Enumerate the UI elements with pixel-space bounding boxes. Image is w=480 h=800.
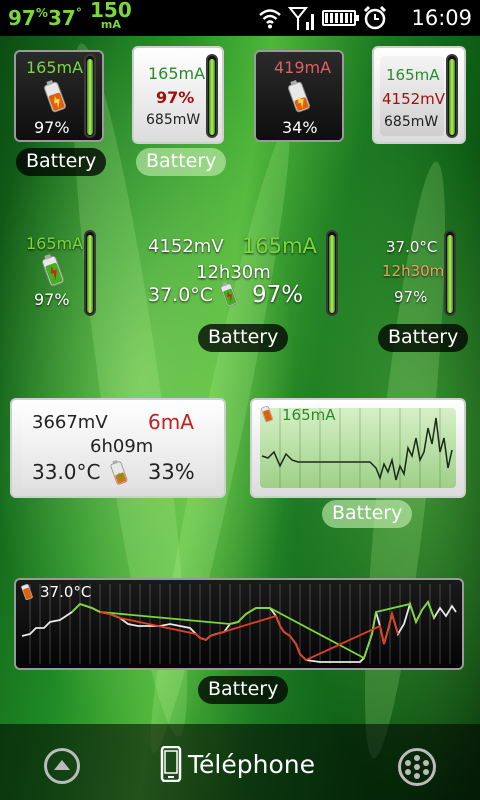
current-readout: 6mA — [148, 410, 194, 434]
percent-readout: 34% — [282, 118, 318, 137]
power-readout: 685mW — [146, 112, 201, 128]
battery-icon — [220, 281, 238, 307]
remaining-time: 12h30m — [382, 262, 445, 280]
status-icons — [258, 5, 388, 30]
dock-bar: Téléphone — [0, 724, 480, 800]
current-readout: 165mA — [26, 58, 84, 77]
status-time: 16:09 — [411, 6, 472, 30]
battery-icon — [21, 583, 33, 601]
home-up-button[interactable] — [44, 748, 80, 784]
wifi-icon — [259, 9, 281, 29]
widget-label[interactable]: Battery — [322, 500, 413, 528]
battery-widget-8[interactable]: 3667mV 6mA 6h09m 33.0°C 33% — [10, 398, 226, 498]
battery-widget-10[interactable]: 37.0°C — [14, 578, 464, 670]
widget-label[interactable]: Battery — [378, 324, 469, 352]
up-arrow-icon — [54, 760, 70, 770]
level-bar — [326, 230, 338, 316]
alarm-clock-icon — [363, 5, 387, 30]
current-readout: 165mA — [386, 66, 440, 84]
level-bar — [84, 230, 96, 316]
status-bar: 97% 37° 150 mA 16:09 — [0, 0, 480, 36]
temperature-readout: 37.0°C — [148, 284, 214, 306]
battery-icon — [322, 10, 359, 26]
percent-readout: 97% — [156, 88, 195, 107]
app-drawer-button[interactable] — [398, 748, 436, 786]
battery-icon — [43, 80, 67, 113]
voltage-readout: 4152mV — [382, 90, 446, 108]
percent-readout: 97% — [34, 290, 70, 309]
app-drawer-icon — [405, 755, 429, 779]
status-current: 150 mA — [90, 0, 132, 31]
power-readout: 685mW — [384, 114, 439, 130]
current-readout: 165mA — [148, 64, 206, 83]
temperature-readout: 37.0°C — [386, 238, 438, 256]
current-readout: 165mA — [282, 406, 336, 424]
phone-label: Téléphone — [188, 749, 315, 779]
percent-readout: 97% — [394, 288, 428, 306]
level-bar — [206, 54, 218, 138]
battery-icon — [287, 80, 311, 113]
widget-label[interactable]: Battery — [16, 148, 107, 176]
level-bar — [444, 230, 456, 316]
current-readout: 165mA — [242, 234, 317, 258]
temperature-readout: 37.0°C — [40, 583, 92, 601]
phone-button[interactable]: Téléphone — [160, 742, 315, 786]
percent-readout: 33% — [148, 460, 195, 484]
widget-label[interactable]: Battery — [198, 676, 289, 704]
remaining-time: 6h09m — [90, 436, 154, 457]
percent-readout: 97% — [34, 118, 70, 137]
signal-icon — [288, 7, 314, 30]
temperature-readout: 33.0°C — [32, 460, 101, 484]
current-readout: 419mA — [274, 58, 332, 77]
battery-widget-9[interactable]: 165mA — [250, 398, 466, 498]
battery-icon — [261, 405, 273, 423]
level-bar — [446, 54, 458, 138]
battery-widget-7[interactable]: 37.0°C 12h30m 97% — [378, 228, 454, 316]
widget-label[interactable]: Battery — [198, 324, 289, 352]
status-temperature: 37° — [48, 6, 82, 30]
battery-icon — [41, 254, 65, 287]
level-bar — [84, 54, 96, 138]
status-battery-percent: 97% — [8, 6, 48, 30]
battery-widget-6[interactable]: 4152mV 165mA 12h30m 37.0°C 97% — [140, 228, 346, 316]
phone-icon — [160, 746, 182, 782]
voltage-readout: 3667mV — [32, 412, 108, 433]
current-readout: 165mA — [26, 234, 84, 253]
battery-widget-3[interactable]: 419mA 34% — [254, 50, 344, 142]
voltage-readout: 4152mV — [148, 236, 224, 257]
widget-label[interactable]: Battery — [136, 148, 227, 176]
percent-readout: 97% — [252, 282, 304, 308]
battery-icon — [110, 459, 128, 485]
